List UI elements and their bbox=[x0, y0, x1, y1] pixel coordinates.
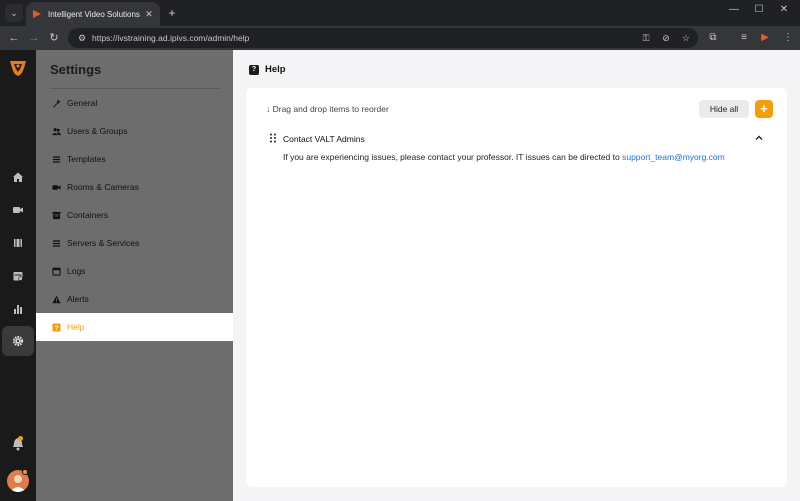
eye-off-icon[interactable]: ⊘ bbox=[660, 32, 672, 44]
settings-item-users-groups[interactable]: Users & Groups bbox=[36, 117, 233, 145]
archive-icon bbox=[52, 211, 61, 219]
list-icon bbox=[52, 155, 61, 163]
main-content: ? Help ↓ Drag and drop items to reorder … bbox=[233, 50, 800, 501]
warning-icon bbox=[52, 295, 61, 303]
media-controls-icon[interactable]: ≡ bbox=[736, 30, 752, 46]
help-item-body: If you are experiencing issues, please c… bbox=[283, 152, 725, 162]
reorder-hint: ↓ Drag and drop items to reorder bbox=[266, 104, 389, 114]
site-info-icon[interactable]: ⚙ bbox=[76, 32, 88, 44]
browser-toolbar: ← → ↻ ⚙ https://ivstraining.ad.ipivs.com… bbox=[0, 26, 800, 50]
tab-search-button[interactable]: ⌄ bbox=[5, 4, 23, 22]
settings-item-label: Help bbox=[67, 322, 85, 332]
minimize-button[interactable]: — bbox=[726, 4, 742, 15]
settings-item-servers-services[interactable]: Servers & Services bbox=[36, 229, 233, 257]
password-key-icon[interactable]: ⚿ bbox=[640, 32, 652, 44]
settings-item-label: Logs bbox=[67, 266, 86, 276]
settings-item-label: Rooms & Cameras bbox=[67, 182, 139, 192]
settings-item-label: Users & Groups bbox=[67, 126, 128, 136]
left-rail bbox=[0, 50, 36, 501]
help-item-title[interactable]: Contact VALT Admins bbox=[283, 134, 365, 144]
settings-item-label: Servers & Services bbox=[67, 238, 140, 248]
settings-item-label: Templates bbox=[67, 154, 106, 164]
schedule-icon bbox=[13, 272, 23, 281]
wrench-icon bbox=[52, 99, 61, 108]
valt-favicon-icon bbox=[33, 10, 41, 18]
settings-item-label: General bbox=[67, 98, 98, 108]
app-area: Settings General Users & Groups Template… bbox=[0, 50, 800, 501]
film-icon bbox=[14, 239, 22, 247]
video-camera-icon bbox=[13, 207, 23, 213]
help-icon: ? bbox=[52, 322, 61, 332]
users-icon bbox=[52, 127, 61, 135]
title-bar: ⌄ Intelligent Video Solutions ✕ + — ☐ ✕ bbox=[0, 0, 800, 26]
help-item-text: If you are experiencing issues, please c… bbox=[283, 152, 623, 162]
back-button[interactable]: ← bbox=[6, 30, 22, 46]
chevron-up-icon[interactable] bbox=[754, 133, 764, 143]
settings-item-help[interactable]: ? Help bbox=[36, 313, 233, 341]
settings-title: Settings bbox=[50, 62, 102, 77]
rail-video[interactable] bbox=[2, 195, 34, 225]
add-item-button[interactable]: + bbox=[755, 100, 773, 118]
settings-item-logs[interactable]: Logs bbox=[36, 257, 233, 285]
settings-item-rooms-cameras[interactable]: Rooms & Cameras bbox=[36, 173, 233, 201]
settings-item-general[interactable]: General bbox=[36, 89, 233, 117]
address-url[interactable]: https://ivstraining.ad.ipivs.com/admin/h… bbox=[92, 33, 249, 43]
help-card: ↓ Drag and drop items to reorder Hide al… bbox=[246, 88, 787, 487]
bar-chart-icon bbox=[14, 305, 22, 314]
browser-window: ⌄ Intelligent Video Solutions ✕ + — ☐ ✕ … bbox=[0, 0, 800, 501]
tab-title: Intelligent Video Solutions bbox=[48, 9, 140, 19]
browser-tab[interactable]: Intelligent Video Solutions ✕ bbox=[26, 2, 160, 26]
settings-item-containers[interactable]: Containers bbox=[36, 201, 233, 229]
server-icon bbox=[52, 239, 61, 247]
reload-button[interactable]: ↻ bbox=[46, 30, 62, 46]
tab-close-icon[interactable]: ✕ bbox=[142, 9, 156, 20]
valt-logo-icon[interactable] bbox=[8, 58, 28, 78]
page-title: Help bbox=[265, 64, 286, 75]
help-icon: ? bbox=[249, 64, 259, 75]
home-icon bbox=[13, 172, 23, 182]
rail-schedule[interactable] bbox=[2, 261, 34, 291]
bookmark-star-icon[interactable]: ☆ bbox=[680, 32, 692, 44]
browser-menu-icon[interactable]: ⋮ bbox=[780, 30, 796, 46]
hide-all-button[interactable]: Hide all bbox=[699, 100, 749, 118]
address-bar[interactable]: ⚙ https://ivstraining.ad.ipivs.com/admin… bbox=[68, 28, 698, 48]
close-window-button[interactable]: ✕ bbox=[776, 4, 792, 15]
rail-home[interactable] bbox=[2, 162, 34, 192]
calendar-icon bbox=[52, 266, 61, 276]
settings-item-alerts[interactable]: Alerts bbox=[36, 285, 233, 313]
notification-dot bbox=[18, 436, 23, 441]
drag-handle-icon[interactable] bbox=[269, 133, 277, 143]
rail-analytics[interactable] bbox=[2, 294, 34, 324]
settings-item-label: Alerts bbox=[67, 294, 89, 304]
settings-panel: Settings General Users & Groups Template… bbox=[36, 50, 233, 501]
avatar-status-dot bbox=[22, 469, 28, 475]
rail-settings[interactable] bbox=[2, 326, 34, 356]
page-header: ? Help bbox=[249, 64, 286, 75]
new-tab-button[interactable]: + bbox=[164, 5, 180, 21]
settings-item-templates[interactable]: Templates bbox=[36, 145, 233, 173]
camera-icon bbox=[52, 184, 61, 190]
support-email-link[interactable]: support_team@myorg.com bbox=[622, 152, 725, 162]
gear-icon bbox=[12, 335, 24, 347]
svg-text:?: ? bbox=[54, 325, 58, 332]
maximize-button[interactable]: ☐ bbox=[751, 4, 767, 15]
settings-item-label: Containers bbox=[67, 210, 109, 220]
forward-button[interactable]: → bbox=[26, 30, 42, 46]
extensions-icon[interactable]: ⧉ bbox=[705, 30, 721, 46]
rail-recordings[interactable] bbox=[2, 228, 34, 258]
valt-extension-icon[interactable]: ▶ bbox=[757, 30, 773, 46]
